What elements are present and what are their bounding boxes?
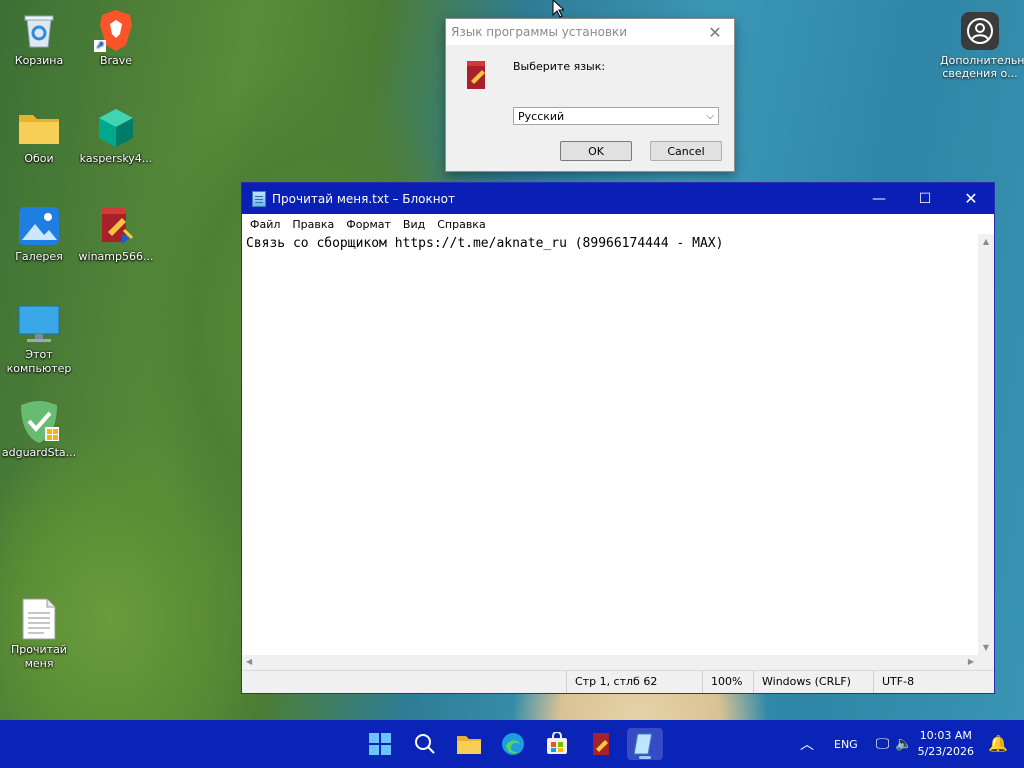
- desktop-icon-label: kaspersky4...: [79, 152, 153, 165]
- notepad-window: Прочитай меня.txt – Блокнот — ☐ ✕ Файл П…: [241, 182, 995, 694]
- taskbar-search-button[interactable]: [407, 728, 443, 760]
- close-button[interactable]: ✕: [948, 183, 994, 214]
- taskbar-file-explorer[interactable]: [451, 728, 487, 760]
- show-hidden-icons-chevron-icon[interactable]: ︿: [792, 734, 822, 754]
- desktop-icon-label: Прочитай меня: [11, 643, 67, 670]
- menu-file[interactable]: Файл: [244, 218, 286, 231]
- notepad-text-area[interactable]: Связь со сборщиком https://t.me/aknate_r…: [242, 234, 978, 655]
- status-cursor-position: Стр 1, стлб 62: [566, 671, 701, 693]
- chevron-down-icon: ⌵: [706, 111, 714, 122]
- desktop-icon-label: Brave: [99, 54, 133, 67]
- desktop-icon-adguard[interactable]: adguardSta...: [1, 400, 77, 460]
- scroll-up-icon[interactable]: ▲: [978, 237, 994, 246]
- desktop-icon-label: adguardSta...: [1, 446, 77, 459]
- kaspersky-icon: [94, 106, 138, 150]
- dialog-title: Язык программы установки: [451, 25, 628, 39]
- desktop-icon-this-pc[interactable]: Этот компьютер: [1, 302, 77, 376]
- language-select[interactable]: Русский ⌵: [513, 107, 719, 125]
- notepad-icon: [252, 190, 266, 207]
- status-zoom: 100%: [702, 671, 751, 693]
- menu-view[interactable]: Вид: [397, 218, 431, 231]
- gallery-icon: [17, 204, 61, 248]
- taskbar-notepad[interactable]: [627, 728, 663, 760]
- cancel-button[interactable]: Cancel: [650, 141, 722, 161]
- search-icon: [415, 734, 435, 754]
- desktop-icon-gallery[interactable]: Галерея: [1, 204, 77, 264]
- desktop-icon-label: Корзина: [14, 54, 64, 67]
- notifications-icon[interactable]: 🔔: [988, 734, 1008, 753]
- computer-icon: [17, 302, 61, 346]
- language-select-value: Русский: [518, 110, 565, 123]
- scroll-corner: [978, 655, 994, 671]
- desktop-icon-recycle-bin[interactable]: Корзина: [1, 8, 77, 68]
- clock-date: 5/23/2026: [917, 745, 974, 758]
- installer-icon: [467, 61, 485, 89]
- scroll-down-icon[interactable]: ▼: [978, 643, 994, 652]
- taskbar-clock[interactable]: 10:03 AM 5/23/2026: [918, 728, 974, 760]
- ok-button[interactable]: OK: [560, 141, 632, 161]
- desktop-icon-brave[interactable]: ↗ Brave: [78, 8, 154, 68]
- desktop-icon-readme[interactable]: Прочитай меня: [1, 597, 77, 671]
- maximize-button[interactable]: ☐: [902, 183, 948, 214]
- language-dialog: Язык программы установки ✕ Выберите язык…: [445, 18, 735, 172]
- mouse-cursor-icon: [552, 0, 564, 18]
- status-line-endings: Windows (CRLF): [753, 671, 862, 693]
- menu-help[interactable]: Справка: [431, 218, 491, 231]
- file-explorer-icon: [457, 736, 481, 754]
- dialog-close-button[interactable]: ✕: [704, 23, 726, 42]
- taskbar-winamp-installer[interactable]: [583, 728, 619, 760]
- desktop-icon-more-info[interactable]: Дополнительные сведения о...: [940, 12, 1024, 80]
- network-icon[interactable]: 🖵: [876, 736, 890, 752]
- dialog-titlebar: Язык программы установки ✕: [446, 19, 734, 45]
- desktop-icon-wallpapers-folder[interactable]: Обои: [1, 106, 77, 166]
- volume-icon[interactable]: 🔈: [895, 736, 912, 752]
- minimize-button[interactable]: —: [856, 183, 902, 214]
- desktop-icon-label: Этот компьютер: [6, 348, 72, 375]
- scroll-left-icon[interactable]: ◀: [246, 657, 252, 666]
- taskbar-store[interactable]: [539, 728, 575, 760]
- clock-time: 10:03 AM: [919, 729, 972, 742]
- menu-format[interactable]: Формат: [340, 218, 397, 231]
- notepad-title: Прочитай меня.txt – Блокнот: [272, 191, 455, 206]
- recycle-bin-icon: [17, 8, 61, 52]
- start-button[interactable]: [362, 728, 398, 760]
- desktop-icon-label: winamp566...: [78, 250, 154, 263]
- edge-icon: [502, 733, 524, 755]
- vertical-scrollbar[interactable]: ▲ ▼: [978, 234, 994, 655]
- notepad-statusbar: Стр 1, стлб 62 100% Windows (CRLF) UTF-8: [242, 670, 994, 693]
- desktop-icon-kaspersky[interactable]: kaspersky4...: [78, 106, 154, 166]
- desktop-icon-label: Галерея: [15, 250, 63, 263]
- notepad-titlebar: Прочитай меня.txt – Блокнот — ☐ ✕: [242, 183, 994, 214]
- brave-icon: ↗: [94, 8, 138, 52]
- winamp-installer-icon: [593, 733, 609, 755]
- desktop-icon-winamp-installer[interactable]: winamp566...: [78, 204, 154, 264]
- winamp-installer-icon: [94, 204, 138, 248]
- system-tray: ︿ ENG 🖵 🔈: [792, 720, 913, 768]
- user-circle-icon: [961, 12, 999, 50]
- status-encoding: UTF-8: [873, 671, 982, 693]
- text-file-icon: [17, 597, 61, 641]
- notepad-menubar: Файл Правка Формат Вид Справка: [242, 214, 994, 234]
- adguard-icon: [17, 400, 61, 444]
- notepad-icon: [634, 733, 653, 755]
- input-language-indicator[interactable]: ENG: [834, 738, 858, 751]
- store-icon: [547, 732, 567, 754]
- windows-logo-icon: [369, 733, 391, 755]
- taskbar: ︿ ENG 🖵 🔈 10:03 AM 5/23/2026 🔔: [0, 720, 1024, 768]
- desktop-icon-label: Дополнительные сведения о...: [940, 54, 1024, 80]
- horizontal-scrollbar[interactable]: ◀ ▶: [242, 655, 978, 671]
- dialog-prompt: Выберите язык:: [513, 60, 606, 73]
- menu-edit[interactable]: Правка: [286, 218, 340, 231]
- taskbar-edge[interactable]: [495, 728, 531, 760]
- scroll-right-icon[interactable]: ▶: [968, 657, 974, 666]
- folder-icon: [17, 106, 61, 150]
- desktop-icon-label: Обои: [24, 152, 54, 165]
- shortcut-arrow-icon: ↗: [94, 40, 106, 52]
